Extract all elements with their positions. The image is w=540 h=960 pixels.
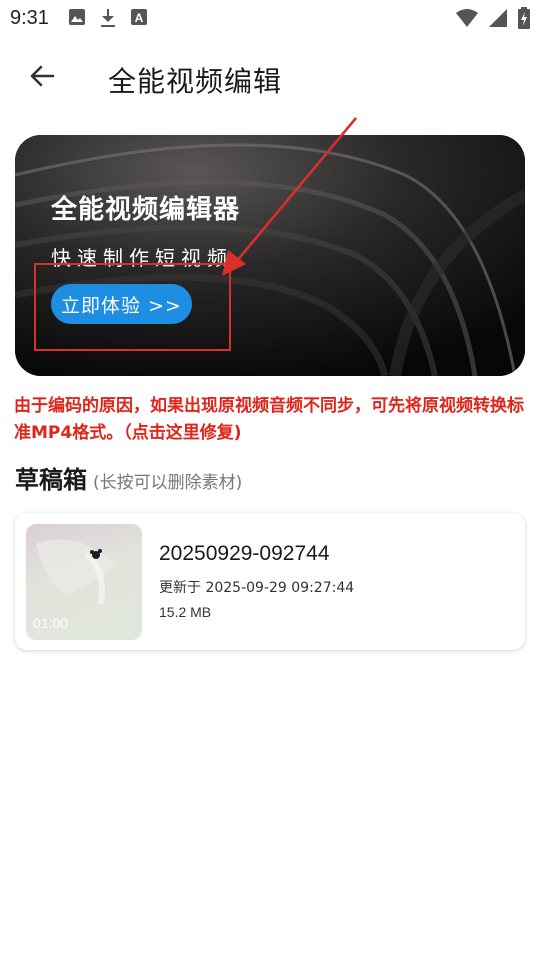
draft-thumbnail: 01:00 [26,524,142,640]
drafts-header: 草稿箱 (长按可以删除素材) [15,460,242,495]
image-icon [68,8,86,32]
drafts-title: 草稿箱 [15,466,87,494]
battery-icon [518,7,530,33]
app-bar: 全能视频编辑 [0,44,540,114]
download-icon [100,8,116,32]
signal-icon [488,8,508,32]
svg-text:A: A [135,11,144,25]
draft-file-size: 15.2 MB [159,604,212,620]
arrow-left-icon [28,62,56,94]
drafts-hint: (长按可以删除素材) [93,473,243,493]
format-fix-notice[interactable]: 由于编码的原因，如果出现原视频音频不同步，可先将原视频转换标准MP4格式。（点击… [14,393,540,447]
annotation-highlight-box [34,263,231,351]
back-button[interactable] [22,58,62,98]
banner-title: 全能视频编辑器 [51,195,241,225]
status-system-icons [456,7,530,33]
draft-duration: 01:00 [33,615,69,631]
status-time: 9:31 [10,7,49,29]
draft-item[interactable]: 01:00 20250929-092744 更新于 2025-09-29 09:… [15,513,525,650]
draft-name: 20250929-092744 [159,542,330,565]
page-title: 全能视频编辑 [108,65,283,98]
draft-updated-time: 更新于 2025-09-29 09:27:44 [159,580,355,596]
font-icon: A [130,8,148,32]
status-notification-icons: A [68,8,148,32]
status-bar: 9:31 A [0,0,540,36]
wifi-icon [456,8,478,32]
page: 9:31 A 全能视频编辑 全能视频编辑器 快速制作短视频 立即体验 >> 由于… [0,0,540,960]
